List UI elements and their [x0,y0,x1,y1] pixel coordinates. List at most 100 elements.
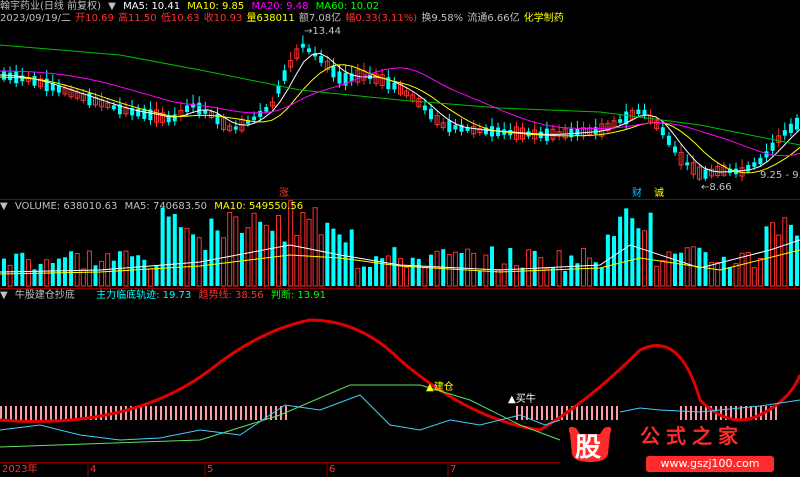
volume-bar-down [429,254,433,286]
indicator-stripe [230,406,232,420]
indicator-stripe [10,406,12,420]
indicator-name[interactable]: 牛股建仓抄底 [15,290,75,301]
volume-bar-down [563,270,568,286]
volume-bar-up [263,224,269,287]
volume-bar-down [14,253,19,286]
candle-down [8,72,13,81]
candle-down [752,162,757,167]
event-marker-finance[interactable]: 财 [632,187,642,201]
volume-bar-down [136,255,141,286]
volume-bar-down [160,207,165,286]
indicator-stripe [275,406,277,420]
indicator-stripe [586,406,588,420]
candle-down [32,75,37,86]
indicator-stripe [200,406,202,420]
volume-bar-down [349,229,354,286]
low-price-label: ←8.66 [701,182,732,193]
indicator-stripe [70,406,72,420]
candle-down [575,129,580,136]
volume-bar-down [63,257,67,286]
volume-bar-down [630,218,635,286]
volume-bar-up [770,222,776,287]
volume-bar-down [191,234,196,286]
watermark-url[interactable]: www.gszj100.com [646,456,774,472]
indicator-stripe [40,406,42,420]
indicator-stripe [30,406,32,420]
indicator-settings-icon[interactable]: ▼ [0,290,8,301]
event-marker-rise[interactable]: 涨 [279,187,289,201]
candle-down [490,126,494,137]
volume-bar-up [739,252,745,287]
indicator-stripe [20,406,22,420]
indicator-stripe [596,406,598,420]
volume-bar-down [38,263,43,286]
indicator-stripe [220,406,222,420]
indicator-stripe [516,406,518,420]
indicator-stripe [245,406,247,420]
candle-down [172,114,177,122]
quote-high: 高11.50 [118,13,157,24]
indicator-stripe [160,406,162,420]
volume-bar-up [25,259,31,287]
indicator-stripe [140,406,142,420]
volume-bar-up [123,250,129,287]
quote-close: 收10.93 [203,13,243,24]
volume-bar-down [727,267,732,286]
volume-bar-up [745,252,751,287]
stock-title[interactable]: 翰宇药业(日线 前复权) [0,1,101,12]
volume-bar-up [404,266,410,287]
ma5-label: MA5: 10.41 [123,1,181,12]
indicator-stripe [175,406,177,420]
signal-buy-bull: ▲买牛 [508,394,536,405]
volume-bar-down [111,260,116,286]
quote-industry[interactable]: 化学制药 [524,13,564,24]
volume-ma10-label: MA10: 549550.56 [214,201,304,212]
volume-bar-down [56,258,61,286]
x-label-apr: 4 [90,464,97,475]
indicator-stripe [775,406,777,420]
volume-bar-down [788,224,793,286]
volume-bar-up [538,257,544,287]
indicator-stripe [606,406,608,420]
candle-down [264,106,269,112]
event-marker-integrity[interactable]: 诚 [654,187,664,201]
volume-bar-up [782,217,788,287]
candle-down [660,127,665,136]
volume-bar-down [612,236,616,286]
candle-down [282,70,287,81]
indicator-stripe [690,406,692,420]
ma-settings-icon[interactable]: ▼ [108,1,116,12]
indicator-line3-label: 判断: 13.91 [270,290,327,301]
volume-bar-up [501,263,507,287]
volume-bar-up [312,207,318,287]
stock-chart[interactable] [0,0,800,477]
indicator-stripe [531,406,533,420]
volume-bar-up [733,263,739,287]
signal-build-position: ▲建仓 [426,382,454,393]
volume-bar-up [99,260,105,287]
volume-bar-down [599,267,604,286]
candle-down [111,105,116,110]
indicator-stripe [215,406,217,420]
watermark-title: 公式之家 [640,424,744,448]
indicator-stripe [536,406,538,420]
indicator-stripe [720,406,722,420]
indicator-header: ▼ 牛股建仓抄底 主力临底轨迹: 19.73 趋势线: 38.56 判断: 13… [0,289,330,303]
quote-float: 流通6.66亿 [467,13,520,24]
indicator-stripe [105,406,107,420]
quote-low: 低10.63 [160,13,200,24]
indicator-stripe [100,406,102,420]
volume-bar-up [660,260,666,287]
candle-down [197,102,202,115]
indicator-stripe [700,406,702,420]
indicator-stripe [150,406,152,420]
indicator-stripe [581,406,583,420]
x-label-may: 5 [207,464,214,475]
indicator-stripe [55,406,57,420]
candle-down [758,157,763,165]
volume-bar-up [147,268,153,287]
volume-bar-up [715,261,721,287]
volume-settings-icon[interactable]: ▼ [0,201,8,212]
volume-bar-up [544,268,550,287]
volume-bar-down [416,258,421,286]
